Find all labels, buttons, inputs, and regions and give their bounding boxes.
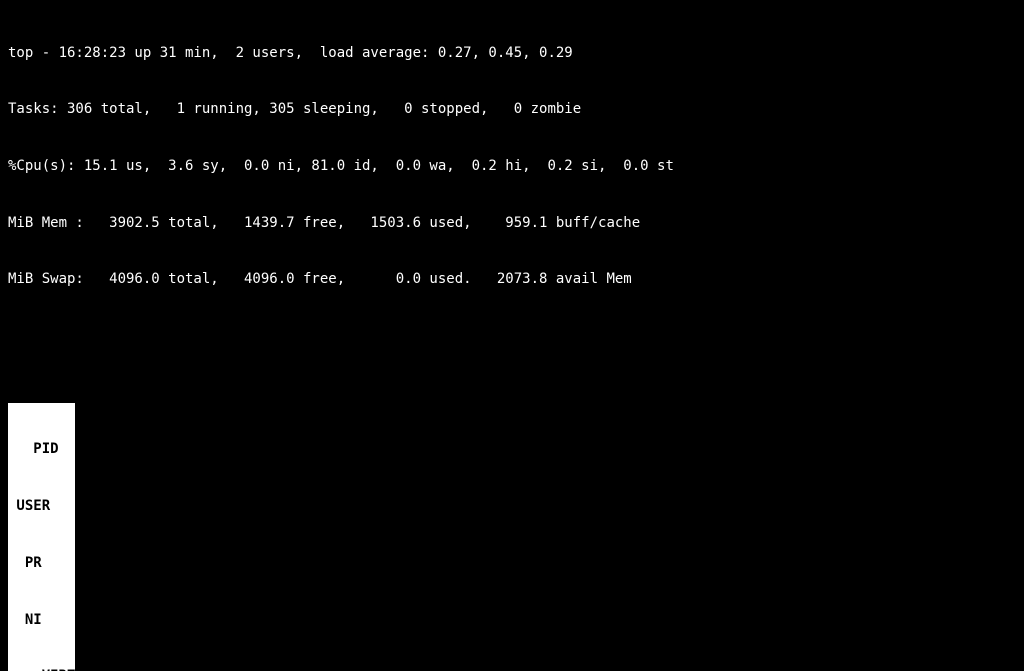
col-header-ni[interactable]: NI [8,611,42,630]
col-header-pr[interactable]: PR [8,554,42,573]
summary-blank [8,327,1016,346]
summary-swap: MiB Swap: 4096.0 total, 4096.0 free, 0.0… [8,270,1016,289]
summary-uptime: top - 16:28:23 up 31 min, 2 users, load … [8,44,1016,63]
col-header-virt[interactable]: VIRT [8,667,75,671]
col-header-user[interactable]: USER [8,497,75,516]
process-table: PID USER PR NI VIRT RES SHR S %CPU %MEM … [8,403,826,671]
terminal-output[interactable]: top - 16:28:23 up 31 min, 2 users, load … [0,0,1024,671]
col-header-pid[interactable]: PID [8,440,59,459]
table-header-row: PID USER PR NI VIRT RES SHR S %CPU %MEM … [8,403,75,671]
summary-tasks: Tasks: 306 total, 1 running, 305 sleepin… [8,100,1016,119]
summary-cpu: %Cpu(s): 15.1 us, 3.6 sy, 0.0 ni, 81.0 i… [8,157,1016,176]
summary-mem: MiB Mem : 3902.5 total, 1439.7 free, 150… [8,214,1016,233]
